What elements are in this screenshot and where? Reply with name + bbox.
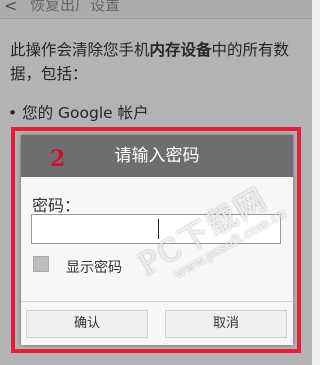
step-number-annotation: 2 <box>50 146 66 172</box>
